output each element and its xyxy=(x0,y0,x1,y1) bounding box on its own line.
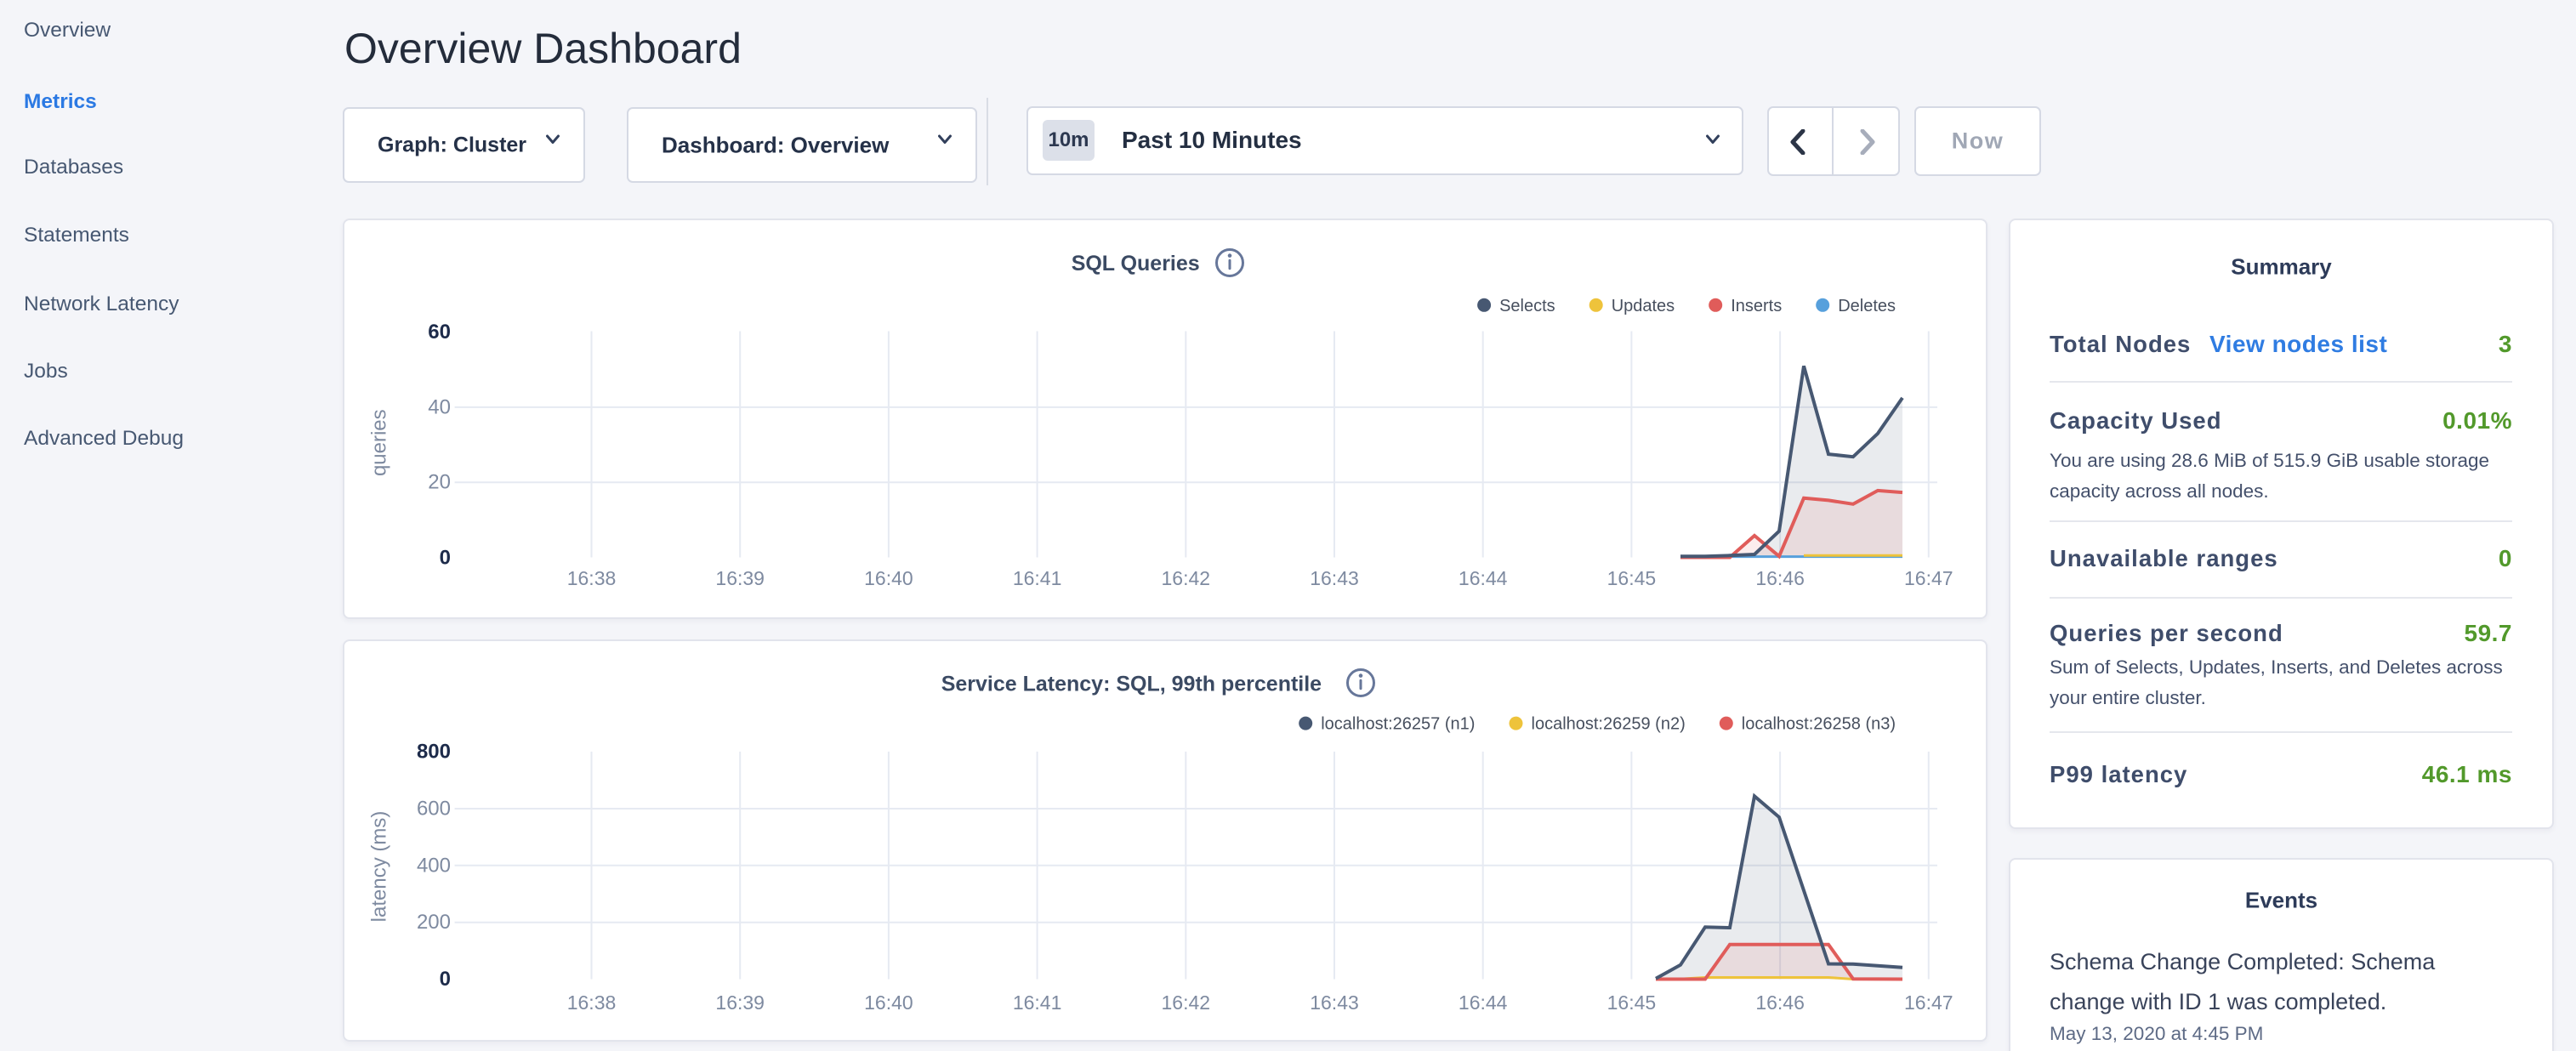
svg-text:16:38: 16:38 xyxy=(567,567,617,589)
svg-text:16:43: 16:43 xyxy=(1310,567,1359,589)
svg-text:600: 600 xyxy=(417,797,451,820)
svg-text:16:46: 16:46 xyxy=(1755,567,1805,589)
svg-text:16:39: 16:39 xyxy=(715,567,765,589)
svg-text:16:41: 16:41 xyxy=(1013,567,1062,589)
svg-text:16:38: 16:38 xyxy=(567,991,617,1014)
svg-text:Deletes: Deletes xyxy=(1838,297,1896,315)
svg-text:16:43: 16:43 xyxy=(1310,991,1359,1014)
svg-text:Inserts: Inserts xyxy=(1731,297,1782,315)
svg-text:60: 60 xyxy=(428,321,451,344)
svg-text:40: 40 xyxy=(428,395,451,418)
svg-text:Updates: Updates xyxy=(1612,297,1675,315)
svg-text:200: 200 xyxy=(417,911,451,934)
svg-text:16:40: 16:40 xyxy=(864,567,913,589)
svg-text:localhost:26259 (n2): localhost:26259 (n2) xyxy=(1532,715,1686,734)
svg-text:0: 0 xyxy=(440,547,451,570)
svg-text:16:42: 16:42 xyxy=(1162,567,1211,589)
svg-text:400: 400 xyxy=(417,854,451,877)
svg-text:16:47: 16:47 xyxy=(1904,567,1953,589)
svg-text:16:44: 16:44 xyxy=(1459,991,1508,1014)
svg-text:16:45: 16:45 xyxy=(1607,567,1657,589)
svg-text:16:40: 16:40 xyxy=(864,991,913,1014)
svg-text:Service Latency: SQL, 99th per: Service Latency: SQL, 99th percentile xyxy=(941,673,1322,696)
svg-text:16:39: 16:39 xyxy=(715,991,765,1014)
svg-text:16:42: 16:42 xyxy=(1162,991,1211,1014)
svg-text:latency (ms): latency (ms) xyxy=(368,811,391,923)
svg-text:0: 0 xyxy=(440,968,451,991)
svg-text:16:44: 16:44 xyxy=(1459,567,1508,589)
svg-text:16:46: 16:46 xyxy=(1755,991,1805,1014)
svg-text:queries: queries xyxy=(368,409,391,476)
svg-text:16:47: 16:47 xyxy=(1904,991,1953,1014)
svg-text:localhost:26257 (n1): localhost:26257 (n1) xyxy=(1321,715,1475,734)
svg-text:SQL Queries: SQL Queries xyxy=(1072,252,1200,276)
svg-text:20: 20 xyxy=(428,471,451,494)
svg-text:800: 800 xyxy=(417,740,451,763)
svg-text:localhost:26258 (n3): localhost:26258 (n3) xyxy=(1742,715,1896,734)
svg-text:16:45: 16:45 xyxy=(1607,991,1657,1014)
svg-text:16:41: 16:41 xyxy=(1013,991,1062,1014)
svg-text:Selects: Selects xyxy=(1499,297,1555,315)
